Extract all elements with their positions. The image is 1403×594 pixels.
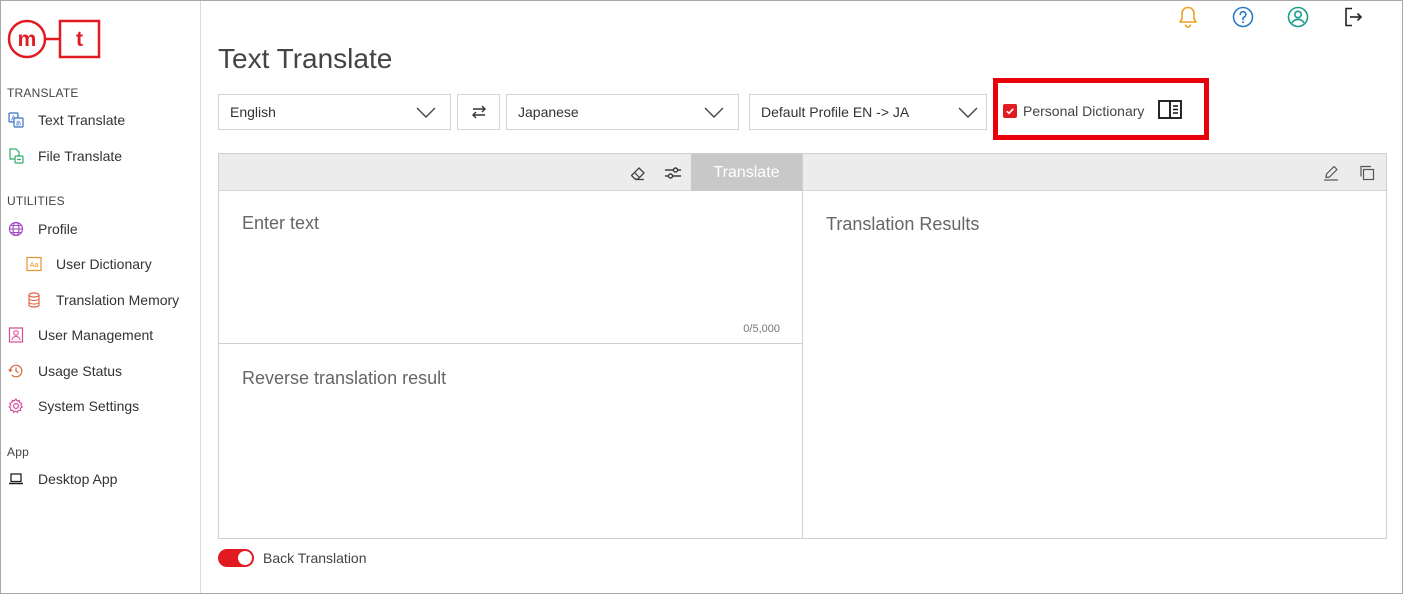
translation-results-placeholder: Translation Results — [826, 214, 980, 234]
personal-dictionary-checkbox[interactable] — [1003, 104, 1017, 118]
back-translation-row: Back Translation — [218, 549, 367, 567]
target-panel: Translation Results — [802, 153, 1387, 539]
sidebar-item-text-translate[interactable]: Aあ Text Translate — [7, 108, 125, 132]
profile-select[interactable]: Default Profile EN -> JA — [749, 94, 987, 130]
target-toolbar — [803, 154, 1386, 191]
sidebar-item-profile[interactable]: Profile — [7, 217, 78, 241]
reverse-translation-area: Reverse translation result — [219, 345, 802, 538]
dictionary-aa-icon: Aa — [25, 255, 43, 273]
sidebar-item-label: Text Translate — [38, 112, 126, 128]
source-text-input[interactable]: Enter text 0/5,000 — [219, 191, 802, 344]
section-label-utilities: UTILITIES — [7, 194, 65, 208]
input-placeholder: Enter text — [242, 213, 320, 233]
checkmark-icon — [1006, 108, 1014, 115]
source-language-value: English — [230, 104, 276, 120]
source-language-select[interactable]: English — [218, 94, 451, 130]
sidebar-item-user-management[interactable]: User Management — [7, 323, 153, 347]
sidebar-item-label: Translation Memory — [56, 292, 180, 308]
sliders-icon[interactable] — [663, 163, 683, 183]
sidebar-item-user-dictionary[interactable]: Aa User Dictionary — [25, 252, 152, 276]
mt-logo: m t — [7, 19, 101, 59]
gear-icon — [7, 397, 25, 415]
logo-letter-t: t — [76, 28, 83, 51]
sidebar-item-system-settings[interactable]: System Settings — [7, 394, 139, 418]
help-circle-icon[interactable] — [1230, 4, 1256, 30]
personal-dictionary-toggle[interactable]: Personal Dictionary — [1003, 100, 1144, 122]
file-translate-icon — [7, 147, 25, 165]
copy-icon[interactable] — [1357, 163, 1377, 183]
sidebar-item-desktop-app[interactable]: Desktop App — [7, 467, 117, 491]
svg-text:Aa: Aa — [30, 262, 39, 269]
sidebar-item-label: Desktop App — [38, 471, 118, 487]
target-language-value: Japanese — [518, 104, 579, 120]
laptop-icon — [7, 470, 25, 488]
chevron-down-icon — [704, 107, 724, 118]
back-translation-toggle[interactable] — [218, 549, 254, 567]
source-panel: Translate Enter text 0/5,000 Reverse tra… — [218, 153, 803, 539]
bell-icon[interactable] — [1175, 4, 1201, 30]
back-translation-label: Back Translation — [263, 550, 367, 566]
edit-pencil-icon[interactable] — [1321, 163, 1341, 183]
eraser-icon[interactable] — [628, 163, 648, 183]
logo-letter-m: m — [18, 28, 37, 51]
database-icon — [25, 291, 43, 309]
chevron-down-icon — [958, 107, 978, 118]
sidebar-item-usage-status[interactable]: Usage Status — [7, 359, 122, 383]
dictionary-panel-icon[interactable] — [1157, 99, 1183, 121]
translate-button[interactable]: Translate — [691, 154, 802, 191]
globe-icon — [7, 220, 25, 238]
target-language-select[interactable]: Japanese — [506, 94, 739, 130]
svg-text:あ: あ — [15, 121, 21, 128]
text-translate-icon: Aあ — [7, 111, 25, 129]
char-counter: 0/5,000 — [743, 323, 780, 335]
chevron-down-icon — [416, 107, 436, 118]
sidebar-item-label: Profile — [38, 221, 78, 237]
section-label-app: App — [7, 445, 29, 459]
section-label-translate: TRANSLATE — [7, 86, 79, 100]
sidebar-item-label: System Settings — [38, 398, 140, 414]
page-title: Text Translate — [218, 43, 393, 74]
sidebar-item-label: User Management — [38, 327, 154, 343]
sidebar: m t TRANSLATE Aあ Text Translate File Tra… — [1, 1, 201, 593]
profile-value: Default Profile EN -> JA — [761, 104, 910, 120]
logout-icon[interactable] — [1340, 4, 1366, 30]
swap-arrows-icon — [471, 105, 486, 119]
user-card-icon — [7, 326, 25, 344]
sidebar-item-translation-memory[interactable]: Translation Memory — [25, 288, 179, 312]
toggle-knob — [238, 551, 252, 565]
swap-languages-button[interactable] — [457, 94, 500, 130]
sidebar-item-label: File Translate — [38, 148, 123, 164]
user-circle-icon[interactable] — [1285, 4, 1311, 30]
history-clock-icon — [7, 362, 25, 380]
reverse-translation-placeholder: Reverse translation result — [242, 368, 447, 388]
source-toolbar: Translate — [219, 154, 802, 191]
sidebar-item-label: User Dictionary — [56, 256, 152, 272]
sidebar-item-label: Usage Status — [38, 363, 123, 379]
sidebar-item-file-translate[interactable]: File Translate — [7, 144, 122, 168]
personal-dictionary-label: Personal Dictionary — [1023, 103, 1145, 119]
